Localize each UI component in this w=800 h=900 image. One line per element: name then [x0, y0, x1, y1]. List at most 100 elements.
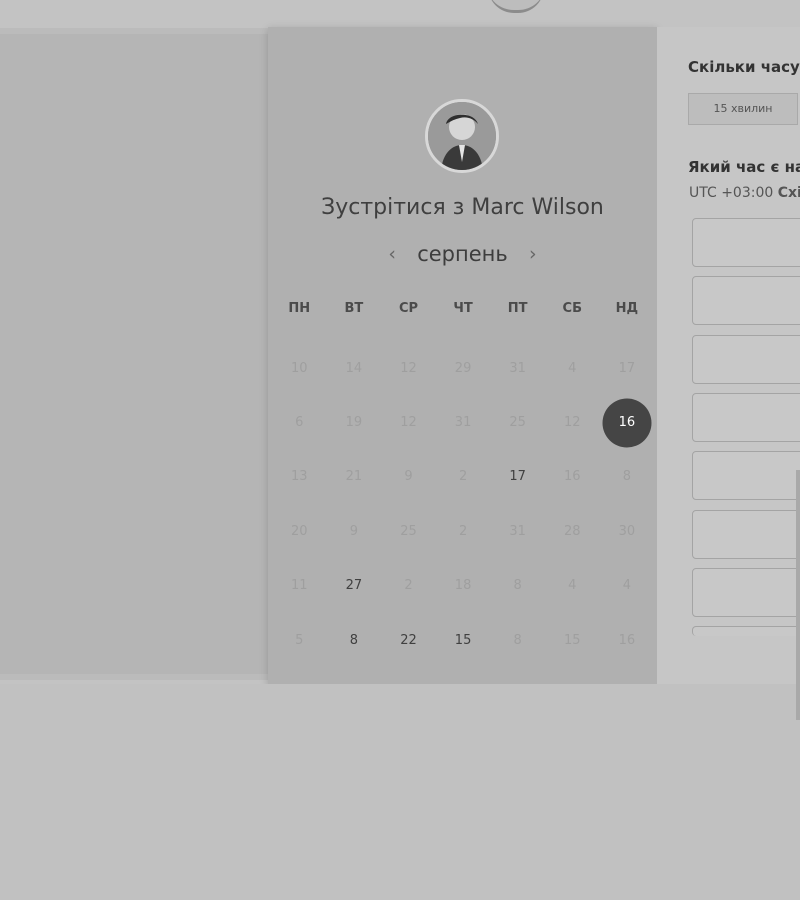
calendar-day-label: 4	[568, 578, 577, 594]
calendar-day-label: 25	[400, 523, 417, 539]
time-slot[interactable]	[692, 568, 800, 617]
calendar-day: 2	[436, 450, 491, 504]
calendar-day: 25	[490, 395, 545, 449]
calendar-day: 8	[490, 613, 545, 667]
selected-day[interactable]: 16	[600, 395, 655, 449]
calendar-day-label: 16	[618, 415, 636, 431]
calendar-day: 8	[600, 450, 655, 504]
time-slot[interactable]	[692, 510, 800, 559]
right-edge-shadow	[796, 470, 800, 720]
calendar-days-grid: 10 14 12 29 31 4 17 6 19 12 31 25 12 16 13 21 9 2 17 16 8 20 9…	[272, 341, 652, 667]
calendar-day: 4	[600, 559, 655, 613]
scheduler-panel: Скільки часу в 15 хвилин Який час є най …	[657, 27, 800, 685]
timezone-info[interactable]: UTC +03:00 Схід	[689, 185, 800, 201]
calendar-day[interactable]: 15	[436, 613, 491, 667]
host-avatar-icon	[428, 102, 496, 170]
calendar-day-label: 9	[404, 469, 413, 485]
calendar-day-label: 31	[454, 415, 472, 431]
weekday-tuesday: ВТ	[344, 301, 364, 316]
weekday-sunday: НД	[615, 301, 639, 316]
calendar-day-label: 9	[349, 523, 359, 539]
calendar-day-label: 25	[509, 415, 526, 431]
calendar-day: 9	[327, 504, 382, 558]
calendar-day: 16	[545, 450, 600, 504]
weekday-saturday: СБ	[562, 301, 582, 316]
calendar-day: 13	[272, 450, 327, 504]
calendar-day: 16	[600, 613, 655, 667]
previous-month-button[interactable]: ‹	[383, 243, 401, 265]
month-label: серпень	[417, 242, 508, 266]
next-month-button[interactable]: ›	[524, 243, 542, 265]
calendar-day-label: 12	[563, 415, 581, 431]
calendar-day-label: 6	[295, 415, 304, 431]
calendar-day-label: 20	[291, 523, 308, 539]
meeting-title: Зустрітися з Marc Wilson	[268, 195, 657, 220]
time-slot[interactable]	[692, 335, 800, 384]
duration-15-button[interactable]: 15 хвилин	[688, 93, 798, 125]
weekday-friday: ПТ	[507, 301, 528, 316]
timezone-offset: UTC +03:00	[689, 185, 774, 201]
calendar-day-label: 12	[400, 415, 417, 431]
calendar-day-label: 2	[458, 523, 468, 539]
calendar-day-label: 31	[509, 360, 526, 376]
calendar-day-label: 31	[509, 523, 526, 539]
calendar-day: 12	[381, 341, 436, 395]
calendar-day: 11	[272, 559, 327, 613]
calendar-day-label: 11	[291, 578, 308, 594]
calendar-day-label: 4	[622, 578, 631, 594]
calendar-day-label: 16	[618, 632, 636, 648]
calendar-day: 25	[381, 504, 436, 558]
calendar-day[interactable]: 17	[490, 450, 545, 504]
calendar-day: 31	[490, 341, 545, 395]
avatar	[425, 99, 499, 173]
calendar-day-label: 8	[622, 469, 631, 485]
host-name: Marc Wilson	[471, 195, 604, 220]
time-slot[interactable]	[692, 393, 800, 442]
calendar-day-label: 30	[618, 523, 636, 539]
calendar-day: 12	[545, 395, 600, 449]
calendar-day: 5	[272, 613, 327, 667]
calendar-day: 9	[381, 450, 436, 504]
weekday-wednesday: СР	[398, 301, 419, 316]
calendar-card: Зустрітися з Marc Wilson ‹ серпень › ПН …	[268, 27, 657, 685]
calendar-day: 14	[327, 341, 382, 395]
calendar-day: 4	[545, 341, 600, 395]
calendar-day: 17	[600, 341, 655, 395]
calendar-day[interactable]: 22	[381, 613, 436, 667]
calendar-day: 4	[545, 559, 600, 613]
calendar-day: 18	[436, 559, 491, 613]
calendar-day-label: 29	[454, 360, 472, 376]
left-empty-panel	[0, 34, 268, 674]
timezone-name: Схід	[777, 185, 800, 201]
calendar-day[interactable]: 27	[327, 559, 382, 613]
time-slot[interactable]	[692, 451, 800, 500]
time-slot[interactable]	[692, 218, 800, 267]
duration-question: Скільки часу в	[688, 58, 800, 76]
title-prefix: Зустрітися з	[321, 195, 465, 220]
calendar-day: 31	[436, 395, 491, 449]
calendar-day-label: 17	[509, 469, 526, 485]
calendar-day-label: 8	[349, 632, 359, 648]
top-logo-shape	[488, 0, 544, 13]
calendar-day: 2	[381, 559, 436, 613]
calendar-day: 29	[436, 341, 491, 395]
month-navigation: ‹ серпень ›	[268, 242, 657, 266]
calendar-day: 10	[272, 341, 327, 395]
calendar-day-label: 21	[345, 469, 363, 485]
calendar-day-label: 27	[345, 578, 363, 594]
calendar-day-label: 28	[563, 523, 581, 539]
calendar-day: 6	[272, 395, 327, 449]
weekday-monday: ПН	[288, 301, 311, 316]
weekday-header: ПН ВТ СР ЧТ ПТ СБ НД	[272, 299, 652, 319]
calendar-day-label: 8	[513, 632, 522, 648]
calendar-day: 31	[490, 504, 545, 558]
calendar-day-label: 19	[345, 415, 363, 431]
time-slot[interactable]	[692, 276, 800, 325]
calendar-day-label: 22	[400, 632, 417, 648]
bottom-background	[0, 684, 800, 900]
calendar-day-label: 8	[513, 578, 522, 594]
calendar-day: 8	[490, 559, 545, 613]
calendar-day-label: 10	[291, 360, 308, 376]
time-slot-partial[interactable]	[692, 626, 800, 636]
calendar-day[interactable]: 8	[327, 613, 382, 667]
